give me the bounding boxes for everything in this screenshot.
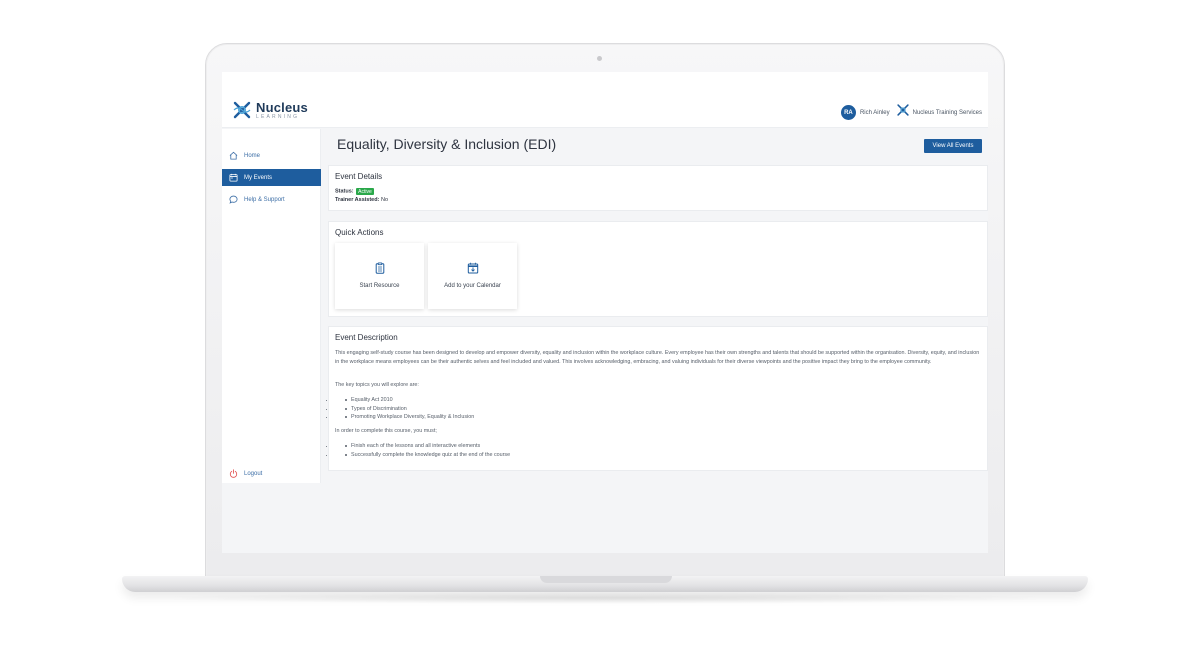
calendar-icon — [229, 173, 238, 182]
list-item: Finish each of the lessons and all inter… — [335, 442, 983, 451]
org-name[interactable]: Nucleus Training Services — [913, 110, 982, 116]
sidebar: Home My Events Help & Support Logout — [222, 129, 321, 483]
sidebar-item-help-support[interactable]: Help & Support — [222, 191, 321, 208]
sidebar-item-label: Home — [244, 152, 261, 159]
list-item: Equality Act 2010 — [335, 396, 983, 405]
sidebar-item-home[interactable]: Home — [222, 147, 321, 164]
start-resource-button[interactable]: Start Resource — [335, 243, 424, 309]
trainer-row: Trainer Assisted: No — [335, 197, 388, 203]
user-area: RA Rich Ainley Nucleus Training Services — [840, 103, 982, 122]
user-name[interactable]: Rich Ainley — [860, 110, 890, 116]
logo-subtitle: LEARNING — [256, 113, 300, 120]
clipboard-icon — [375, 262, 384, 274]
status-row: Status: Active — [335, 188, 374, 195]
logout-label: Logout — [244, 470, 263, 477]
event-description-card: Event Description This engaging self-stu… — [328, 326, 988, 471]
description-intro: This engaging self-study course has been… — [335, 350, 980, 365]
calendar-download-icon — [467, 262, 478, 274]
chat-bubble-icon — [229, 195, 238, 204]
sidebar-item-label: Help & Support — [244, 196, 285, 203]
camera-dot — [597, 56, 602, 61]
add-to-calendar-button[interactable]: Add to your Calendar — [428, 243, 517, 309]
topics-heading: The key topics you will explore are: — [335, 382, 419, 388]
sidebar-item-my-events[interactable]: My Events — [222, 169, 321, 186]
logo-title: Nucleus — [256, 99, 308, 115]
top-bar: Nucleus LEARNING RA Rich Ainley Nucleus … — [222, 72, 988, 128]
nucleus-logo[interactable]: Nucleus LEARNING — [232, 100, 308, 120]
main-content: Equality, Diversity & Inclusion (EDI) Vi… — [328, 129, 988, 553]
list-item: Successfully complete the knowledge quiz… — [335, 451, 983, 460]
requirements-list: Finish each of the lessons and all inter… — [335, 442, 983, 459]
status-badge: Active — [356, 188, 374, 195]
laptop-shadow — [150, 592, 1060, 604]
trainer-label: Trainer Assisted: — [335, 197, 380, 203]
add-to-calendar-label: Add to your Calendar — [444, 283, 501, 289]
laptop-notch — [540, 576, 672, 583]
event-details-card: Event Details Status: Active Trainer Ass… — [328, 165, 988, 211]
event-details-title: Event Details — [335, 172, 383, 181]
power-icon — [229, 469, 238, 478]
avatar[interactable]: RA — [840, 105, 856, 120]
quick-actions-card: Quick Actions Start Resource Add to your… — [328, 221, 988, 317]
status-label: Status: — [335, 188, 354, 195]
nucleus-logo-icon — [233, 101, 251, 119]
complete-heading: In order to complete this course, you mu… — [335, 428, 437, 434]
org-logo-icon — [896, 103, 910, 122]
topics-list: Equality Act 2010 Types of Discriminatio… — [335, 396, 983, 422]
trainer-value: No — [380, 197, 388, 203]
event-description-title: Event Description — [335, 333, 398, 342]
page-title: Equality, Diversity & Inclusion (EDI) — [337, 136, 557, 152]
quick-actions-title: Quick Actions — [335, 228, 384, 237]
logout-button[interactable]: Logout — [222, 465, 321, 482]
view-all-events-button[interactable]: View All Events — [924, 139, 982, 153]
start-resource-label: Start Resource — [359, 283, 400, 289]
list-item: Types of Discrimination — [335, 405, 983, 414]
home-icon — [229, 151, 238, 160]
app-screen: Nucleus LEARNING RA Rich Ainley Nucleus … — [222, 72, 988, 553]
list-item: Promoting Workplace Diversity, Equality … — [335, 413, 983, 422]
sidebar-item-label: My Events — [244, 174, 273, 181]
